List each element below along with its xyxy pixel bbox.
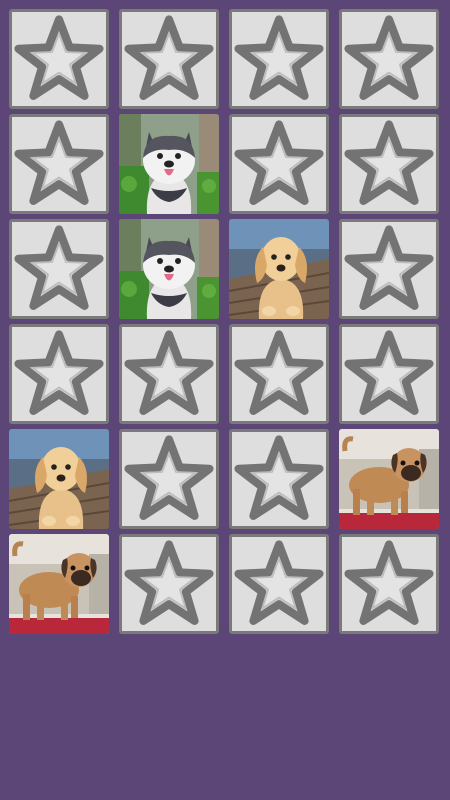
- card-face-down[interactable]: [339, 324, 439, 424]
- memory-board: [9, 9, 441, 634]
- card-face-up-pug-puppy[interactable]: [339, 429, 439, 529]
- star-icon: [344, 15, 434, 100]
- card-face-down[interactable]: [229, 9, 329, 109]
- star-icon: [234, 540, 324, 625]
- card-face-down[interactable]: [119, 429, 219, 529]
- card-face-down[interactable]: [339, 219, 439, 319]
- card-face-up-golden-puppy[interactable]: [229, 219, 329, 319]
- pug-puppy-image: [339, 429, 439, 529]
- husky-puppy-image: [119, 114, 219, 214]
- card-face-down[interactable]: [339, 9, 439, 109]
- card-face-down[interactable]: [119, 9, 219, 109]
- star-icon: [14, 225, 104, 310]
- golden-puppy-image: [9, 429, 109, 529]
- card-face-down[interactable]: [9, 219, 109, 319]
- card-face-down[interactable]: [9, 9, 109, 109]
- pug-puppy-image: [9, 534, 109, 634]
- card-face-down[interactable]: [339, 114, 439, 214]
- card-face-down[interactable]: [9, 324, 109, 424]
- card-face-up-husky-puppy[interactable]: [119, 114, 219, 214]
- card-face-up-pug-puppy[interactable]: [9, 534, 109, 634]
- card-face-down[interactable]: [229, 534, 329, 634]
- star-icon: [124, 330, 214, 415]
- star-icon: [124, 540, 214, 625]
- star-icon: [344, 540, 434, 625]
- star-icon: [14, 15, 104, 100]
- card-face-down[interactable]: [229, 324, 329, 424]
- card-face-down[interactable]: [229, 114, 329, 214]
- star-icon: [124, 15, 214, 100]
- star-icon: [14, 120, 104, 205]
- golden-puppy-image: [229, 219, 329, 319]
- card-face-down[interactable]: [119, 534, 219, 634]
- star-icon: [234, 330, 324, 415]
- star-icon: [344, 330, 434, 415]
- star-icon: [234, 120, 324, 205]
- star-icon: [234, 15, 324, 100]
- husky-puppy-image: [119, 219, 219, 319]
- card-face-up-golden-puppy[interactable]: [9, 429, 109, 529]
- star-icon: [14, 330, 104, 415]
- card-face-down[interactable]: [119, 324, 219, 424]
- star-icon: [124, 435, 214, 520]
- card-face-down[interactable]: [9, 114, 109, 214]
- card-face-up-husky-puppy[interactable]: [119, 219, 219, 319]
- star-icon: [344, 225, 434, 310]
- card-face-down[interactable]: [339, 534, 439, 634]
- star-icon: [234, 435, 324, 520]
- star-icon: [344, 120, 434, 205]
- card-face-down[interactable]: [229, 429, 329, 529]
